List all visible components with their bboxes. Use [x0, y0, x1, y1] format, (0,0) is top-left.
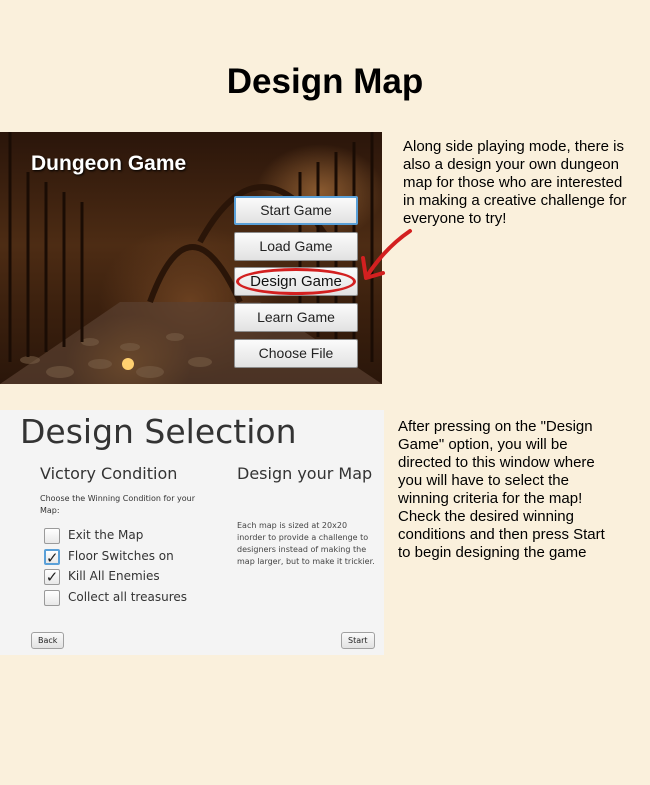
dungeon-game-screenshot: Dungeon Game Start Game Load Game Design…: [0, 132, 382, 384]
load-game-button[interactable]: Load Game: [234, 232, 358, 261]
highlight-circle: [236, 268, 356, 295]
page-title: Design Map: [226, 62, 424, 101]
option-label: Floor Switches on: [68, 549, 174, 563]
checkbox-checked-icon[interactable]: ✓: [44, 549, 60, 566]
red-arrow-icon: [361, 229, 412, 280]
victory-condition-heading: Victory Condition: [40, 464, 178, 483]
victory-condition-hint: Choose the Winning Condition for your Ma…: [40, 494, 196, 515]
design-map-description: Along side playing mode, there is also a…: [403, 138, 627, 227]
back-button[interactable]: Back: [31, 632, 65, 649]
choose-file-button[interactable]: Choose File: [234, 339, 358, 368]
window-title: Design Selection: [20, 412, 297, 451]
checkbox[interactable]: [44, 528, 60, 544]
design-selection-description: After pressing on the "Design Game" opti…: [398, 418, 605, 561]
checkbox-checked-icon[interactable]: ✓: [44, 569, 60, 585]
option-label: Collect all treasures: [68, 590, 187, 604]
checkbox[interactable]: [44, 590, 60, 606]
start-game-button[interactable]: Start Game: [234, 196, 358, 225]
learn-game-button[interactable]: Learn Game: [234, 303, 358, 332]
start-button[interactable]: Start: [341, 632, 375, 649]
option-label: Exit the Map: [68, 528, 144, 542]
game-title: Dungeon Game: [31, 152, 187, 175]
design-your-map-heading: Design your Map: [237, 464, 373, 483]
option-label: Kill All Enemies: [68, 569, 160, 583]
design-your-map-text: Each map is sized at 20x20 inorder to pr…: [237, 521, 375, 566]
design-selection-window: Design Selection Victory Condition Choos…: [0, 410, 384, 655]
